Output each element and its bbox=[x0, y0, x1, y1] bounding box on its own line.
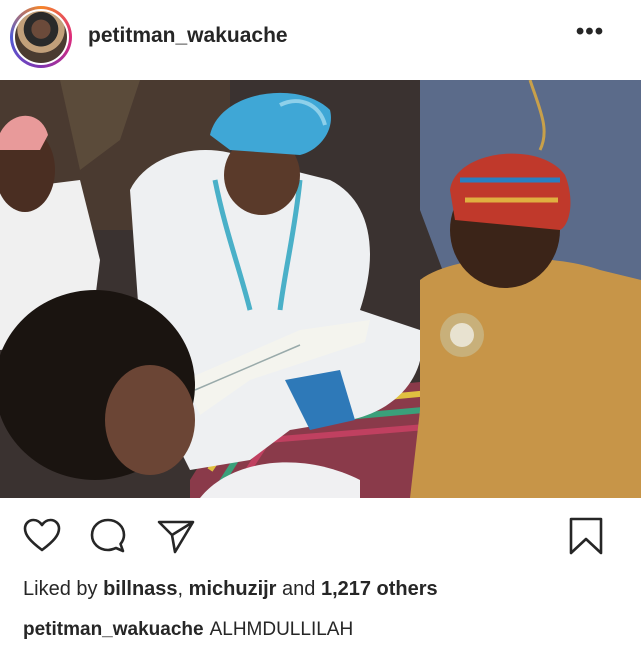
photo-foreground-ear bbox=[105, 365, 195, 475]
photo-gold-robe bbox=[410, 258, 641, 498]
avatar[interactable] bbox=[10, 6, 72, 68]
post-photo[interactable] bbox=[0, 80, 641, 498]
caption-text: ALHMDULLILAH bbox=[209, 619, 354, 640]
more-icon[interactable]: ••• bbox=[575, 20, 605, 46]
avatar-image bbox=[15, 11, 67, 63]
post-photo-illustration bbox=[0, 80, 641, 498]
heart-icon[interactable] bbox=[22, 516, 62, 556]
post-actions bbox=[0, 498, 641, 568]
post-header: petitman_wakuache ••• bbox=[0, 0, 641, 80]
avatar-border bbox=[13, 9, 69, 65]
likes-separator: , bbox=[177, 578, 189, 600]
comment-icon[interactable] bbox=[88, 516, 128, 556]
likes-summary[interactable]: Liked by billnass, michuzijr and 1,217 o… bbox=[23, 578, 438, 601]
bookmark-icon[interactable] bbox=[566, 516, 606, 556]
photo-kufi-cap bbox=[450, 153, 571, 230]
liked-by-user-2[interactable]: michuzijr bbox=[189, 578, 277, 600]
caption-username[interactable]: petitman_wakuache bbox=[23, 619, 204, 640]
liked-by-user-1[interactable]: billnass bbox=[103, 578, 177, 600]
photo-brass-object-face bbox=[450, 323, 474, 347]
post-username[interactable]: petitman_wakuache bbox=[88, 24, 288, 48]
likes-others-count[interactable]: 1,217 others bbox=[321, 578, 438, 600]
share-icon[interactable] bbox=[156, 516, 196, 556]
post-caption: petitman_wakuache ALHMDULLILAH bbox=[23, 619, 353, 641]
likes-prefix: Liked by bbox=[23, 578, 104, 600]
likes-and: and bbox=[276, 578, 321, 600]
